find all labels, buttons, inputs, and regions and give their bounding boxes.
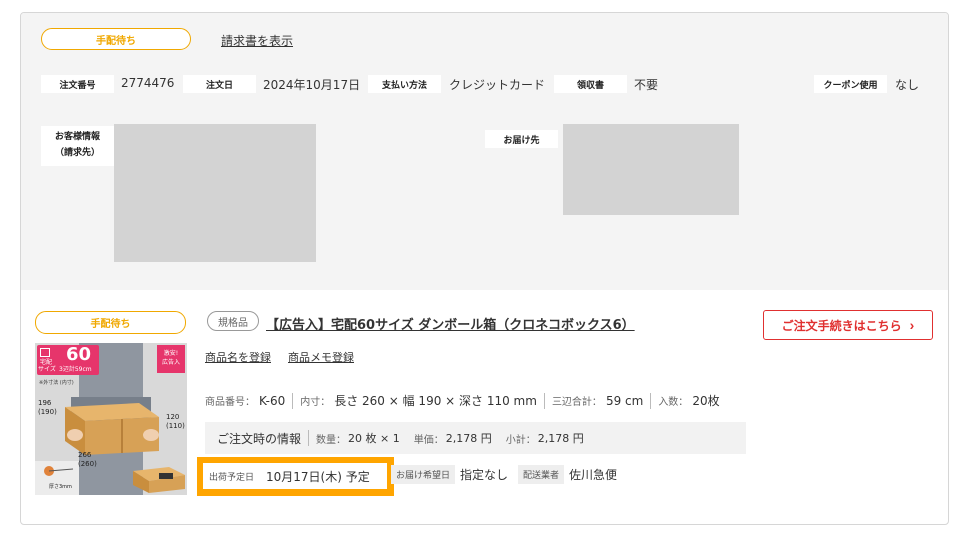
three-side-sum-value: 59 cm <box>605 393 644 408</box>
chevron-right-icon: › <box>909 317 915 333</box>
unit-price-label: 単価： <box>413 434 444 446</box>
desired-date-label: お届け希望日 <box>391 465 456 484</box>
subtotal-value: 2,178 円 <box>537 432 584 445</box>
product-name-link[interactable]: 【広告入】宅配60サイズ ダンボール箱（クロネコボックス6） <box>266 314 635 333</box>
dim-height-inner: (190) <box>38 408 57 416</box>
customer-info-label-line2: （請求先） <box>54 148 100 158</box>
subtotal-label: 小計： <box>505 434 536 446</box>
dim-length: 120 (110) <box>166 413 185 431</box>
order-procedure-button[interactable]: ご注文手続きはこちら › <box>763 310 933 340</box>
size-badge-bottom: サイズ <box>38 366 56 373</box>
delivery-info-row: お届け希望日 指定なし 配送業者 佐川急便 <box>391 465 617 484</box>
order-time-info: ご注文時の情報 数量： 20 枚 × 1 単価： 2,178 円 小計： 2,1… <box>205 422 746 454</box>
item-status-badge: 手配待ち <box>35 311 186 334</box>
promo-badge: 激安! 広告入 <box>157 345 185 373</box>
thickness-label: 厚さ3mm <box>49 484 72 490</box>
order-date-label: 注文日 <box>183 75 256 93</box>
unit-price-value: 2,178 円 <box>445 432 492 445</box>
product-code-value: K-60 <box>259 393 286 408</box>
divider <box>543 392 545 409</box>
product-thumbnail[interactable]: 宅配 サイズ 60 3辺計59cm 激安! 広告入 ※外寸法 (内寸) 196 … <box>35 343 187 495</box>
ship-date-box: 出荷予定日 10月17日(木) 予定 <box>203 463 387 489</box>
ship-date-label: 出荷予定日 <box>209 472 255 483</box>
inner-size-label: 内寸： <box>300 397 331 408</box>
delivery-address-redacted <box>563 124 739 215</box>
order-procedure-label: ご注文手続きはこちら <box>781 318 902 333</box>
pieces-label: 入数： <box>658 397 689 408</box>
divider <box>308 430 310 446</box>
pieces-value: 20枚 <box>692 394 720 408</box>
divider <box>292 392 294 409</box>
quantity-value: 20 枚 × 1 <box>348 432 400 445</box>
quantity-label: 数量： <box>316 434 347 446</box>
order-number-value: 2774476 <box>121 76 175 90</box>
receipt-value: 不要 <box>634 78 659 92</box>
product-code-label: 商品番号： <box>205 397 255 408</box>
customer-info-label: お客様情報 （請求先） <box>41 126 114 166</box>
dim-width-inner: (260) <box>78 460 97 468</box>
size-number: 60 <box>66 344 92 365</box>
order-number-label: 注文番号 <box>41 75 114 93</box>
order-status-badge: 手配待ち <box>41 28 191 50</box>
divider <box>650 392 652 409</box>
size-badge: 宅配 サイズ 60 3辺計59cm <box>37 345 99 375</box>
order-info-label: ご注文時の情報 <box>217 431 302 446</box>
spec-tag: 規格品 <box>207 311 259 331</box>
product-spec-row: 商品番号： K-60 内寸： 長さ 260 × 幅 190 × 深さ 110 m… <box>205 392 720 409</box>
register-product-name-link[interactable]: 商品名を登録 <box>205 349 271 365</box>
dim-length-inner: (110) <box>166 422 185 430</box>
inner-size-value: 長さ 260 × 幅 190 × 深さ 110 mm <box>334 394 537 408</box>
ship-date-value: 10月17日(木) 予定 <box>266 469 370 484</box>
dim-width: 266 (260) <box>78 451 97 469</box>
sum-text: 3辺計59cm <box>59 366 92 373</box>
dim-height-outer: 196 <box>38 399 52 407</box>
order-card: 手配待ち 請求書を表示 注文番号 2774476 注文日 2024年10月17日… <box>20 12 949 525</box>
thumbnail-caption: ※外寸法 (内寸) <box>39 380 74 386</box>
dim-height: 196 (190) <box>38 399 57 417</box>
order-summary-section: 手配待ち 請求書を表示 注文番号 2774476 注文日 2024年10月17日… <box>21 13 948 290</box>
promo-line1: 激安! <box>163 350 179 357</box>
coupon-value: なし <box>895 78 920 92</box>
coupon-label: クーポン使用 <box>814 75 887 93</box>
carrier-label: 配送業者 <box>518 465 565 484</box>
size-badge-top: 宅配 <box>40 359 53 366</box>
delivery-address-label: お届け先 <box>485 130 558 148</box>
dim-width-outer: 266 <box>78 451 92 459</box>
carrier-value: 佐川急便 <box>569 468 618 482</box>
promo-line2: 広告入 <box>161 359 180 366</box>
desired-date-value: 指定なし <box>460 468 509 482</box>
order-date-value: 2024年10月17日 <box>263 78 361 92</box>
box-icon <box>40 348 50 357</box>
receipt-label: 領収書 <box>554 75 627 93</box>
customer-info-redacted <box>114 124 316 262</box>
register-product-memo-link[interactable]: 商品メモ登録 <box>288 349 354 365</box>
payment-label: 支払い方法 <box>368 75 441 93</box>
dim-length-outer: 120 <box>166 413 180 421</box>
customer-info-label-line1: お客様情報 <box>54 132 100 142</box>
payment-value: クレジットカード <box>449 78 546 92</box>
three-side-sum-label: 三辺合計： <box>551 397 602 408</box>
invoice-link[interactable]: 請求書を表示 <box>221 32 293 49</box>
